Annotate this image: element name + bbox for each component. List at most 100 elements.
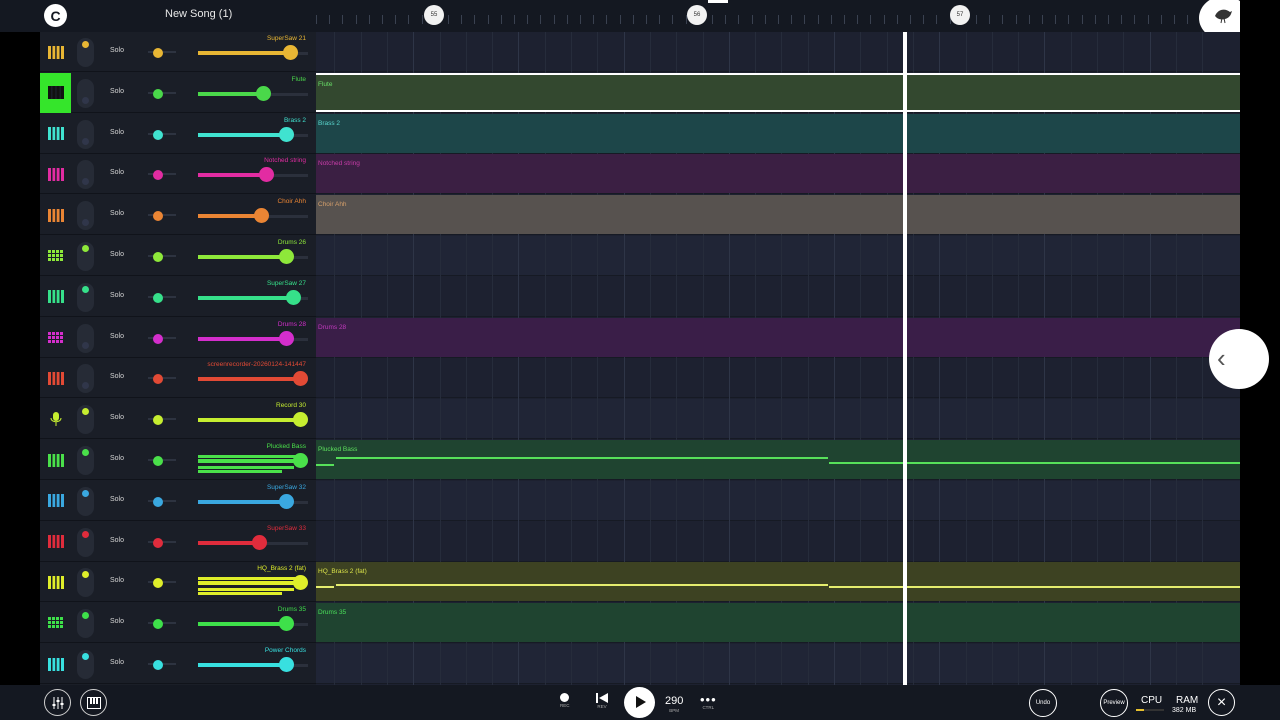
keyboard-icon[interactable] xyxy=(40,440,71,480)
volume-knob[interactable] xyxy=(279,249,294,264)
solo-button[interactable]: Solo xyxy=(110,47,124,54)
bpm-control[interactable]: 290 BPM xyxy=(665,695,683,713)
pan-knob[interactable] xyxy=(153,88,163,99)
song-title[interactable]: New Song (1) xyxy=(165,8,232,20)
track-lane[interactable] xyxy=(316,236,1240,276)
pan-knob[interactable] xyxy=(153,619,163,630)
pan-knob[interactable] xyxy=(153,129,163,140)
solo-button[interactable]: Solo xyxy=(110,618,124,625)
timeline-ruler[interactable]: 55 56 57 xyxy=(316,0,1240,32)
track-row[interactable]: Solo screenrecorder-20260124-141447 xyxy=(40,358,316,399)
mute-toggle[interactable] xyxy=(77,160,94,190)
pan-knob[interactable] xyxy=(153,578,163,589)
close-icon[interactable]: × xyxy=(1208,689,1235,716)
keyboard-icon[interactable] xyxy=(40,114,71,154)
bar-marker[interactable]: 55 xyxy=(424,5,444,25)
solo-button[interactable]: Solo xyxy=(110,537,124,544)
pan-knob[interactable] xyxy=(153,252,163,262)
track-row[interactable]: Solo SuperSaw 21 xyxy=(40,32,316,72)
rewind-button[interactable]: REV xyxy=(596,693,608,709)
solo-button[interactable]: Solo xyxy=(110,210,124,217)
volume-knob[interactable] xyxy=(293,453,308,468)
solo-button[interactable]: Solo xyxy=(110,496,124,503)
keyboard-icon[interactable] xyxy=(40,481,71,521)
track-lane[interactable] xyxy=(316,358,1240,399)
pan-knob[interactable] xyxy=(153,415,163,426)
pan-knob[interactable] xyxy=(153,333,163,344)
volume-knob[interactable] xyxy=(254,208,269,224)
track-row[interactable]: Solo Power Chords xyxy=(40,644,316,684)
pan-knob[interactable] xyxy=(153,292,163,303)
clip-region[interactable]: Choir Ahh xyxy=(316,195,1240,235)
app-menu-icon[interactable]: C xyxy=(44,4,67,27)
solo-button[interactable]: Solo xyxy=(110,333,124,340)
keyboard-icon[interactable] xyxy=(40,522,71,562)
mute-toggle[interactable] xyxy=(77,364,94,394)
track-row[interactable]: Solo SuperSaw 33 xyxy=(40,521,316,562)
pan-knob[interactable] xyxy=(153,456,163,466)
pan-knob[interactable] xyxy=(153,170,163,181)
arrangement-grid[interactable]: Flute Brass 2 Notched string Choir Ahh Drums… xyxy=(316,32,1240,685)
pan-knob[interactable] xyxy=(153,374,163,385)
volume-knob[interactable] xyxy=(283,45,298,60)
pan-knob[interactable] xyxy=(153,48,163,58)
pan-knob[interactable] xyxy=(153,496,163,507)
solo-button[interactable]: Solo xyxy=(110,169,124,176)
keyboard-icon[interactable] xyxy=(40,72,71,113)
solo-button[interactable]: Solo xyxy=(110,577,124,584)
clip-region[interactable]: Brass 2 xyxy=(316,113,1240,153)
volume-knob[interactable] xyxy=(259,167,274,183)
track-row[interactable]: Solo SuperSaw 27 xyxy=(40,276,316,317)
keyboard-icon[interactable] xyxy=(40,358,71,398)
track-lane[interactable] xyxy=(316,480,1240,521)
track-row[interactable]: Solo Drums 28 xyxy=(40,317,316,358)
track-lane[interactable] xyxy=(316,399,1240,440)
clip-region[interactable]: HQ_Brass 2 (fat) xyxy=(316,562,1240,602)
record-button[interactable]: REC xyxy=(560,693,570,708)
clip-region[interactable]: Drums 28 xyxy=(316,317,1240,357)
clip-region[interactable]: Notched string xyxy=(316,154,1240,194)
undo-button[interactable]: Undo xyxy=(1029,689,1057,717)
track-row[interactable]: Solo Plucked Bass xyxy=(40,440,316,480)
solo-button[interactable]: Solo xyxy=(110,129,124,136)
keyboard-icon[interactable] xyxy=(40,195,71,235)
keyboard-icon[interactable] xyxy=(40,32,71,72)
track-row[interactable]: Solo Record 30 xyxy=(40,399,316,440)
volume-knob[interactable] xyxy=(293,575,308,591)
keyboard-icon[interactable] xyxy=(40,562,71,602)
volume-knob[interactable] xyxy=(252,534,267,550)
clip-region[interactable]: Flute xyxy=(316,72,1240,112)
bar-marker[interactable]: 57 xyxy=(950,5,970,25)
preview-button[interactable]: Preview xyxy=(1100,689,1128,717)
track-row[interactable]: Solo Drums 35 xyxy=(40,603,316,644)
solo-button[interactable]: Solo xyxy=(110,659,124,666)
volume-knob[interactable] xyxy=(293,412,308,428)
track-row[interactable]: Solo Choir Ahh xyxy=(40,195,316,236)
volume-knob[interactable] xyxy=(279,657,294,672)
track-lane[interactable] xyxy=(316,32,1240,72)
track-row[interactable]: Solo SuperSaw 32 xyxy=(40,480,316,521)
solo-button[interactable]: Solo xyxy=(110,88,124,95)
volume-knob[interactable] xyxy=(279,330,294,346)
play-button[interactable] xyxy=(624,687,655,718)
clip-region[interactable]: Drums 35 xyxy=(316,603,1240,643)
keyboard-icon[interactable] xyxy=(40,154,71,194)
track-row[interactable]: Solo Brass 2 xyxy=(40,113,316,154)
pan-knob[interactable] xyxy=(153,537,163,548)
volume-knob[interactable] xyxy=(286,289,301,305)
keyboard-icon[interactable] xyxy=(40,644,71,684)
volume-knob[interactable] xyxy=(279,616,294,632)
track-row[interactable]: Solo Flute xyxy=(40,72,316,113)
solo-button[interactable]: Solo xyxy=(110,373,124,380)
ctrl-button[interactable]: ••• CTRL xyxy=(700,693,717,710)
solo-button[interactable]: Solo xyxy=(110,455,124,462)
clip-region[interactable]: Plucked Bass xyxy=(316,440,1240,479)
playhead[interactable] xyxy=(903,32,907,685)
drum-grid-icon[interactable] xyxy=(40,236,71,276)
track-row[interactable]: Solo Notched string xyxy=(40,154,316,195)
track-row[interactable]: Solo HQ_Brass 2 (fat) xyxy=(40,562,316,603)
keyboard-icon[interactable] xyxy=(40,277,71,317)
volume-knob[interactable] xyxy=(279,126,294,142)
piano-roll-icon[interactable] xyxy=(80,689,107,716)
drum-grid-icon[interactable] xyxy=(40,603,71,643)
